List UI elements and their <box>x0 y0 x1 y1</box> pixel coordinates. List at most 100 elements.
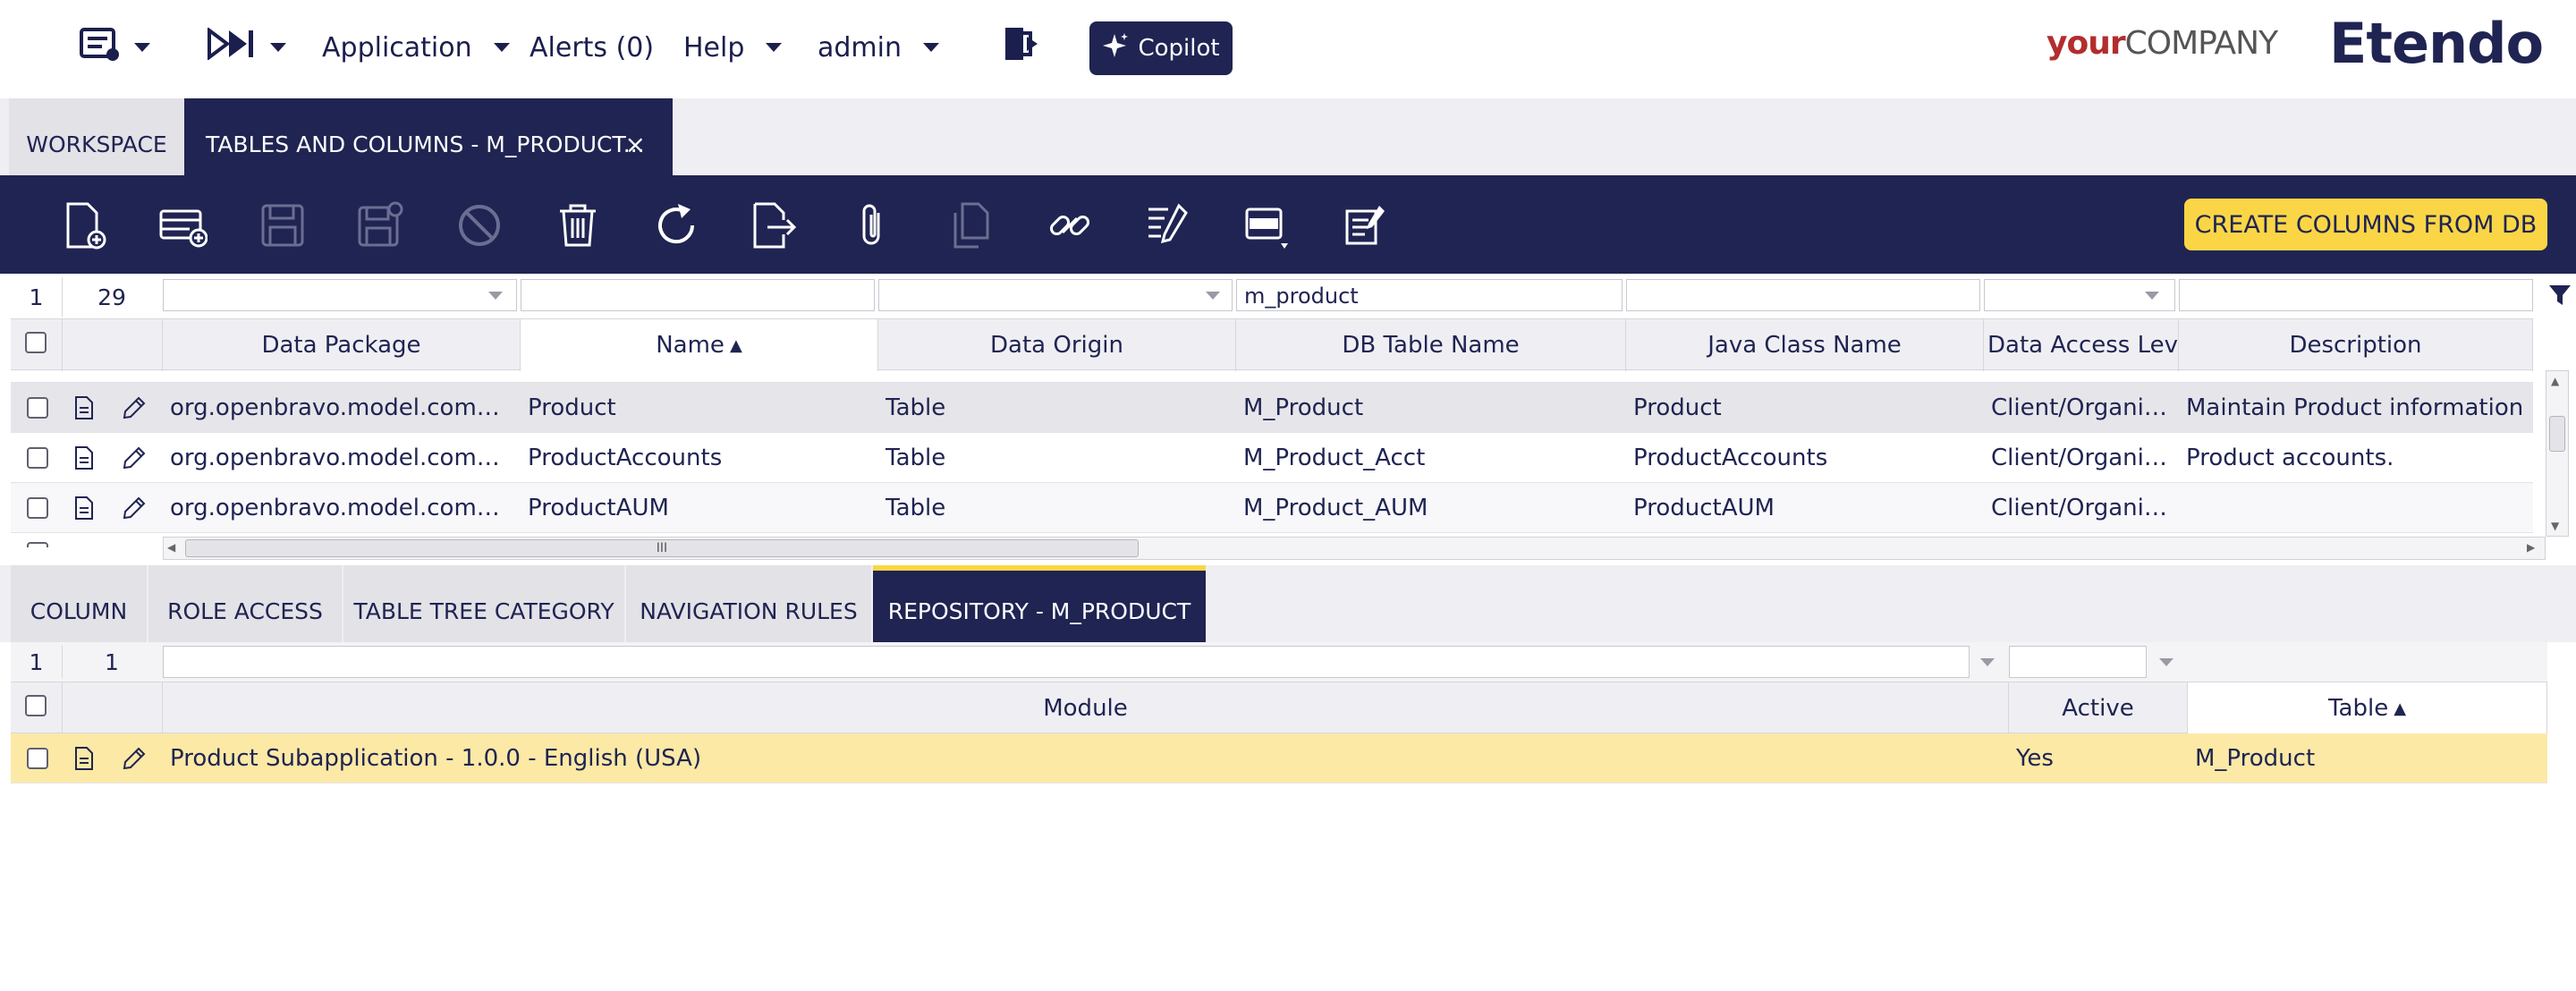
quick-create-menu[interactable] <box>208 25 286 70</box>
filter-java-class-name[interactable] <box>1626 279 1980 311</box>
document-icon[interactable] <box>72 746 97 775</box>
new-document-icon[interactable] <box>59 200 109 250</box>
header-active[interactable]: Active <box>2009 682 2188 734</box>
user-label: admin <box>818 31 902 64</box>
cell-name: ProductAccounts <box>528 445 723 471</box>
header-table[interactable]: Table ▲ <box>2188 682 2547 734</box>
tab-table-tree-category[interactable]: TABLE TREE CATEGORY <box>343 565 624 642</box>
repository-grid: 1 1 Module Active Table ▲ Product Subapp… <box>0 642 2576 991</box>
filter-icon[interactable] <box>2547 283 2572 311</box>
company-logo-your: your <box>2046 25 2126 62</box>
audit-icon[interactable] <box>1143 200 1193 250</box>
document-icon[interactable] <box>72 445 97 474</box>
export-icon[interactable] <box>750 200 800 250</box>
filter-data-package[interactable] <box>163 279 517 311</box>
header-java-class-name[interactable]: Java Class Name <box>1626 319 1984 371</box>
tab-tables-and-columns[interactable]: TABLES AND COLUMNS - M_PRODUCT... × <box>184 98 673 175</box>
cell-data-access-level: Client/Organiz... <box>1991 495 2175 521</box>
table-row[interactable]: org.openbravo.model.commo... ProductAUM Ta… <box>11 483 2533 533</box>
row-checkbox[interactable] <box>27 447 48 469</box>
company-logo-company: COMPANY <box>2124 25 2278 62</box>
document-icon[interactable] <box>72 496 97 524</box>
document-icon[interactable] <box>72 395 97 424</box>
cell-name: ProductAUM <box>528 495 669 521</box>
chevron-down-icon[interactable] <box>1206 292 1220 300</box>
header-data-package[interactable]: Data Package <box>163 319 521 371</box>
table-row[interactable]: org.openbravo.model.commo... Product Table… <box>11 383 2533 433</box>
save-icon[interactable] <box>258 200 308 250</box>
edit-icon[interactable] <box>122 395 147 424</box>
grid-toggle-icon[interactable] <box>1241 200 1292 250</box>
tab-workspace[interactable]: WORKSPACE <box>9 98 184 175</box>
horizontal-scrollbar[interactable]: ◀ III ▶ <box>163 537 2546 560</box>
filter-description[interactable] <box>2179 279 2533 311</box>
new-row-icon[interactable] <box>157 200 208 250</box>
edit-icon[interactable] <box>122 496 147 524</box>
header-table-label: Table <box>2327 695 2389 722</box>
help-menu[interactable]: Help <box>683 25 783 70</box>
tab-column[interactable]: COLUMN <box>11 565 147 642</box>
header-name[interactable]: Name ▲ <box>521 319 878 371</box>
clone-icon[interactable] <box>946 200 996 250</box>
chevron-down-icon <box>134 43 150 52</box>
scroll-right-icon[interactable]: ▶ <box>2527 541 2541 555</box>
create-columns-from-db-button[interactable]: CREATE COLUMNS FROM DB <box>2184 199 2547 250</box>
scroll-thumb[interactable] <box>2549 416 2565 452</box>
chevron-down-icon[interactable] <box>488 292 503 300</box>
row-checkbox[interactable] <box>27 497 48 519</box>
link-icon[interactable] <box>1045 200 1095 250</box>
header-module[interactable]: Module <box>163 682 2009 734</box>
scroll-down-icon[interactable]: ▼ <box>2551 520 2559 532</box>
table-row[interactable]: org.openbravo.model.commo... ProductAccou… <box>11 433 2533 483</box>
table-row[interactable]: Product Subapplication - 1.0.0 - English… <box>11 733 2547 783</box>
save-close-icon[interactable] <box>356 200 406 250</box>
row-checkbox[interactable] <box>27 542 48 547</box>
filter-data-origin[interactable] <box>878 279 1233 311</box>
sort-ascending-icon: ▲ <box>2394 699 2407 718</box>
application-menu[interactable]: Application <box>322 25 510 70</box>
logout-button[interactable] <box>1000 25 1039 70</box>
notes-icon[interactable] <box>1340 200 1390 250</box>
company-logo: yourCOMPANY <box>2046 25 2278 62</box>
tab-role-access[interactable]: ROLE ACCESS <box>148 565 342 642</box>
filter-active[interactable] <box>2009 646 2147 678</box>
chevron-down-icon[interactable] <box>2145 292 2159 300</box>
tab-repository[interactable]: REPOSITORY - M_PRODUCT <box>873 565 1206 642</box>
header-checkbox-col <box>11 682 63 734</box>
etendo-logo: Etendo <box>2329 11 2544 76</box>
delete-icon[interactable] <box>553 200 603 250</box>
close-icon[interactable]: × <box>625 130 646 159</box>
header-data-origin[interactable]: Data Origin <box>878 319 1236 371</box>
header-data-access-level[interactable]: Data Access Level <box>1984 319 2179 371</box>
chevron-down-icon <box>766 43 783 52</box>
scroll-left-icon[interactable]: ◀ <box>167 541 182 555</box>
cancel-icon[interactable] <box>454 200 504 250</box>
filter-db-table-name[interactable]: m_product <box>1236 279 1623 311</box>
header-description[interactable]: Description <box>2179 319 2533 371</box>
tab-label: TABLES AND COLUMNS - M_PRODUCT... <box>206 131 645 157</box>
copilot-label: Copilot <box>1138 35 1220 62</box>
filter-name[interactable] <box>521 279 875 311</box>
vertical-scrollbar[interactable]: ▲ ▼ <box>2546 370 2569 537</box>
edit-icon[interactable] <box>122 445 147 474</box>
header-db-table-name[interactable]: DB Table Name <box>1236 319 1626 371</box>
copilot-button[interactable]: Copilot <box>1089 21 1233 75</box>
chevron-down-icon[interactable] <box>2159 658 2174 666</box>
sparkle-icon <box>1102 32 1129 65</box>
edit-icon[interactable] <box>122 746 147 775</box>
row-checkbox[interactable] <box>27 397 48 419</box>
cell-db-table-name: M_Product_Acct <box>1243 445 1426 471</box>
scroll-thumb[interactable]: III <box>185 539 1139 557</box>
chevron-down-icon[interactable] <box>1980 658 1995 666</box>
alerts-link[interactable]: Alerts (0) <box>530 25 654 70</box>
quick-launch-menu[interactable] <box>79 25 150 70</box>
attach-icon[interactable] <box>848 200 898 250</box>
refresh-icon[interactable] <box>651 200 701 250</box>
user-menu[interactable]: admin <box>818 25 939 70</box>
tables-grid: 1 29 m_product Data Package Name ▲ Data … <box>0 274 2576 565</box>
tab-navigation-rules[interactable]: NAVIGATION RULES <box>626 565 871 642</box>
row-checkbox[interactable] <box>27 748 48 769</box>
scroll-up-icon[interactable]: ▲ <box>2551 375 2559 387</box>
filter-module[interactable] <box>163 646 1970 678</box>
cell-java-class-name: ProductAUM <box>1633 495 1775 521</box>
